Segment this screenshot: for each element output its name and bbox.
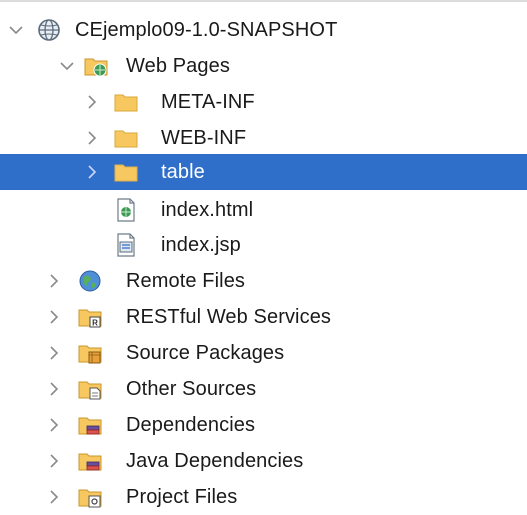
chevron-down-icon[interactable] [7, 12, 25, 48]
chevron-right-icon[interactable] [83, 84, 101, 120]
tree-node-other-sources[interactable]: Other Sources [0, 371, 527, 407]
tree-node-restful[interactable]: R RESTful Web Services [0, 299, 527, 335]
tree-node-dependencies[interactable]: Dependencies [0, 407, 527, 443]
java-dependencies-icon [78, 449, 102, 473]
chevron-right-icon[interactable] [45, 299, 63, 335]
chevron-right-icon[interactable] [83, 154, 101, 190]
tree-node-label: Source Packages [126, 342, 285, 364]
tree-node-index-html[interactable]: index.html [0, 192, 527, 228]
chevron-down-icon[interactable] [58, 48, 76, 84]
tree-node-label: table [161, 161, 205, 183]
tree-node-source-packages[interactable]: Source Packages [0, 335, 527, 371]
chevron-right-icon[interactable] [45, 335, 63, 371]
tree-node-root[interactable]: CEjemplo09-1.0-SNAPSHOT [0, 12, 527, 48]
tree-node-label: index.html [161, 199, 254, 221]
folder-icon [114, 90, 138, 114]
remote-globe-icon [78, 269, 102, 293]
tree-node-web-pages[interactable]: Web Pages [0, 48, 527, 84]
tree-node-label: WEB-INF [161, 127, 247, 149]
tree-node-label: RESTful Web Services [126, 306, 332, 328]
tree-node-table[interactable]: table [0, 154, 527, 190]
folder-icon [114, 126, 138, 150]
chevron-right-icon[interactable] [45, 407, 63, 443]
tree-node-index-jsp[interactable]: index.jsp [0, 227, 527, 263]
chevron-right-icon[interactable] [45, 479, 63, 515]
tree-node-web-inf[interactable]: WEB-INF [0, 120, 527, 156]
globe-project-icon [37, 18, 61, 42]
tree-node-label: CEjemplo09-1.0-SNAPSHOT [75, 19, 338, 41]
source-packages-icon [78, 341, 102, 365]
tree-node-label: Project Files [126, 486, 238, 508]
svg-text:R: R [92, 319, 98, 328]
project-files-icon [78, 485, 102, 509]
other-sources-icon [78, 377, 102, 401]
tree-node-label: META-INF [161, 91, 255, 113]
tree-node-label: Dependencies [126, 414, 256, 436]
rest-folder-icon: R [78, 305, 102, 329]
html-file-icon [114, 198, 138, 222]
chevron-right-icon[interactable] [83, 120, 101, 156]
top-border [0, 0, 527, 2]
tree-node-label: Web Pages [126, 55, 230, 77]
tree-node-java-dependencies[interactable]: Java Dependencies [0, 443, 527, 479]
tree-node-label: Remote Files [126, 270, 246, 292]
tree-node-project-files[interactable]: Project Files [0, 479, 527, 515]
tree-node-label: Other Sources [126, 378, 257, 400]
tree-node-meta-inf[interactable]: META-INF [0, 84, 527, 120]
tree-node-label: index.jsp [161, 234, 241, 256]
folder-icon [114, 160, 138, 184]
dependencies-icon [78, 413, 102, 437]
tree-node-remote-files[interactable]: Remote Files [0, 263, 527, 299]
chevron-right-icon[interactable] [45, 443, 63, 479]
chevron-right-icon[interactable] [45, 263, 63, 299]
web-pages-folder-icon [84, 54, 108, 78]
tree-node-label: Java Dependencies [126, 450, 304, 472]
chevron-right-icon[interactable] [45, 371, 63, 407]
jsp-file-icon [114, 233, 138, 257]
